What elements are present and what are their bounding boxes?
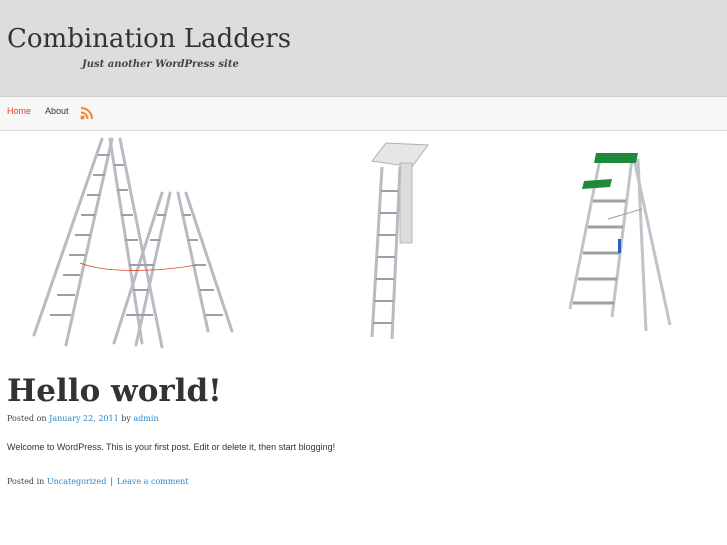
site-title[interactable]: Combination Ladders	[7, 24, 291, 54]
nav-item-about[interactable]: About	[45, 106, 69, 116]
step-ladder-image	[568, 153, 672, 332]
nav-item-home[interactable]: Home	[7, 106, 31, 116]
post-footer-meta: Posted in Uncategorized | Leave a comment	[7, 477, 189, 486]
post-excerpt: Welcome to WordPress. This is your first…	[7, 442, 336, 452]
main-nav: Home About	[0, 97, 727, 131]
header-banner-image	[0, 131, 727, 363]
attic-ladder-image	[370, 142, 429, 340]
leave-comment-link[interactable]: Leave a comment	[117, 477, 189, 486]
category-link[interactable]: Uncategorized	[47, 477, 106, 486]
combination-ladder-image	[32, 137, 234, 349]
by-label: by	[121, 414, 131, 423]
site-header: Combination Ladders Just another WordPre…	[0, 0, 727, 97]
posted-on-label: Posted on	[7, 414, 47, 423]
site-description: Just another WordPress site	[82, 59, 239, 70]
post-date-link[interactable]: January 22, 2011	[49, 414, 119, 423]
rss-icon[interactable]	[80, 106, 94, 120]
posted-in-label: Posted in	[7, 477, 45, 486]
post-meta: Posted on January 22, 2011 by admin	[7, 414, 159, 423]
post-title[interactable]: Hello world!	[7, 373, 222, 409]
meta-separator: |	[110, 477, 114, 486]
post-author-link[interactable]: admin	[133, 414, 158, 423]
